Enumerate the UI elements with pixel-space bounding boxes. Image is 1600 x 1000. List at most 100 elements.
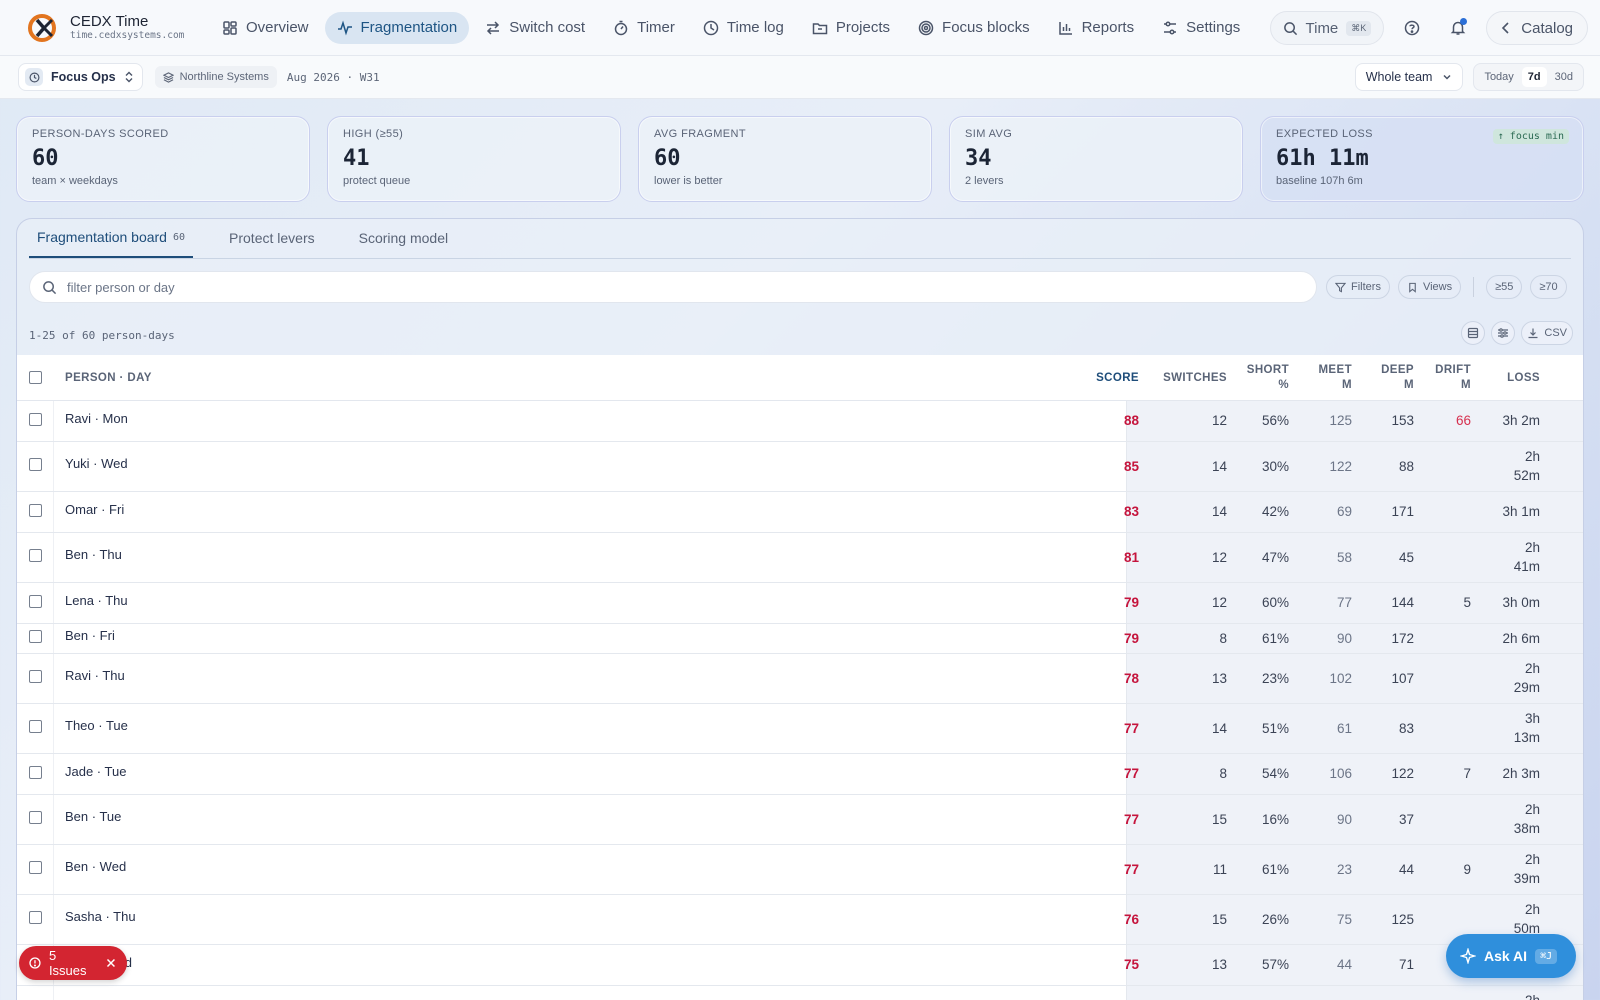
catalog-button[interactable]: Catalog <box>1486 11 1588 45</box>
columns-button[interactable] <box>1491 321 1516 345</box>
range-30d[interactable]: 30d <box>1549 67 1579 87</box>
nav-switch-cost[interactable]: Switch cost <box>473 12 597 44</box>
person-day[interactable]: Omar · Fri <box>65 502 124 517</box>
row-checkbox[interactable] <box>29 765 42 779</box>
scope-select[interactable]: Whole team <box>1354 63 1464 91</box>
ask-ai-button[interactable]: Ask AI ⌘J <box>1446 934 1576 978</box>
close-icon[interactable] <box>105 957 117 969</box>
col-meet[interactable]: MEET M <box>1307 355 1352 401</box>
table-row[interactable]: Ben · Fri 79 8 61% 90 172 2h 6m <box>17 624 1583 654</box>
global-search-button[interactable]: Time ⌘K <box>1269 11 1385 45</box>
tab-protect-levers[interactable]: Protect levers <box>221 219 323 258</box>
workspace-switcher[interactable]: Focus Ops <box>18 63 143 91</box>
person-day[interactable]: Ravi · Mon <box>65 411 128 426</box>
density-button[interactable] <box>1461 321 1486 345</box>
range-today[interactable]: Today <box>1478 67 1519 87</box>
filter-input[interactable] <box>67 279 1316 295</box>
person-day[interactable]: Ravi · Thu <box>65 668 125 683</box>
nav-focus-blocks[interactable]: Focus blocks <box>906 12 1042 44</box>
brand[interactable]: CEDX Time time.cedxsystems.com <box>0 13 210 42</box>
row-checkbox[interactable] <box>29 594 42 608</box>
row-checkbox[interactable] <box>29 911 42 924</box>
kpi-person-days[interactable]: PERSON-DAYS SCORED 60 team × weekdays <box>16 116 310 202</box>
col-switches[interactable]: SWITCHES <box>1157 355 1227 401</box>
table-row[interactable]: Ben · Wed 77 11 61% 23 44 9 2h 39m <box>17 845 1583 895</box>
table-row[interactable]: Lena · Thu 79 12 60% 77 144 5 3h 0m <box>17 583 1583 624</box>
kpi-sim-avg[interactable]: SIM AVG 34 2 levers <box>949 116 1243 202</box>
person-day[interactable]: Ben · Fri <box>65 628 115 643</box>
person-day[interactable]: Theo · Tue <box>65 718 128 733</box>
nav-overview[interactable]: Overview <box>210 12 321 44</box>
help-button[interactable] <box>1394 10 1430 46</box>
col-person[interactable]: PERSON · DAY <box>65 355 152 401</box>
col-loss[interactable]: LOSS <box>1495 355 1540 401</box>
table-row[interactable]: Sasha · Thu 76 15 26% 75 125 2h 50m <box>17 895 1583 945</box>
cell-short: 26% <box>1261 911 1289 927</box>
person-cell <box>53 442 1127 491</box>
table-row[interactable]: Yuki · Wed 85 14 30% 122 88 2h 52m <box>17 442 1583 492</box>
table-row[interactable]: Theo · Thu741429%95592h 47m <box>17 986 1583 1000</box>
table-row[interactable]: Lena · Wed751357%4471 <box>17 945 1583 986</box>
kpi-high[interactable]: HIGH (≥55) 41 protect queue <box>327 116 621 202</box>
col-score[interactable]: SCORE <box>1096 355 1139 401</box>
filters-button[interactable]: Filters <box>1326 275 1390 299</box>
col-short[interactable]: SHORT% <box>1243 355 1289 401</box>
chevron-updown-icon <box>124 71 134 83</box>
brand-name: CEDX Time <box>70 13 149 31</box>
col-drift[interactable]: DRIFT M <box>1429 355 1471 401</box>
csv-export-button[interactable]: CSV <box>1521 321 1573 345</box>
notifications-button[interactable] <box>1440 10 1476 46</box>
alert-circle-icon <box>29 957 41 969</box>
person-day[interactable]: Yuki · Wed <box>65 456 128 471</box>
table-row[interactable]: Ben · Tue 77 15 16% 90 37 2h 38m <box>17 795 1583 845</box>
nav-fragmentation[interactable]: Fragmentation <box>324 11 470 44</box>
nav-reports[interactable]: Reports <box>1046 12 1147 44</box>
nav-settings[interactable]: Settings <box>1150 12 1252 44</box>
nav-timer[interactable]: Timer <box>601 12 687 44</box>
person-day[interactable]: Lena · Thu <box>65 593 128 608</box>
row-checkbox[interactable] <box>29 549 42 562</box>
row-checkbox[interactable] <box>29 412 42 426</box>
kpi-expected-loss[interactable]: EXPECTED LOSS ↑ focus min 61h 11m baseli… <box>1260 116 1584 202</box>
cell-score: 85 <box>1123 458 1139 474</box>
kpi-value: 60 <box>654 146 681 171</box>
nav-time-log[interactable]: Time log <box>691 12 796 44</box>
range-7d[interactable]: 7d <box>1521 67 1547 87</box>
table-row[interactable]: Theo · Tue 77 14 51% 61 83 3h 13m <box>17 704 1583 754</box>
table-row[interactable]: Omar · Fri 83 14 42% 69 171 3h 1m <box>17 492 1583 533</box>
row-checkbox[interactable] <box>29 811 42 824</box>
row-checkbox[interactable] <box>29 630 42 643</box>
person-day[interactable]: Sasha · Thu <box>65 909 136 924</box>
row-checkbox[interactable] <box>29 458 42 471</box>
cell-deep: 172 <box>1391 630 1414 646</box>
nav-projects[interactable]: Projects <box>800 12 902 44</box>
select-all-checkbox[interactable] <box>29 371 42 384</box>
grid-icon <box>223 20 237 35</box>
cell-deep: 122 <box>1391 766 1414 781</box>
issues-badge[interactable]: 5 Issues <box>19 946 127 980</box>
tab-scoring-model[interactable]: Scoring model <box>351 219 457 258</box>
org-badge[interactable]: Northline Systems <box>154 66 277 88</box>
person-day[interactable]: Jade · Tue <box>65 764 126 779</box>
person-day[interactable]: Ben · Thu <box>65 547 122 562</box>
table-row[interactable]: Ravi · Thu 78 13 23% 102 107 2h 29m <box>17 654 1583 704</box>
person-cell <box>53 583 1127 623</box>
tab-fragmentation-board[interactable]: Fragmentation board 60 <box>29 219 194 258</box>
row-checkbox[interactable] <box>29 670 42 683</box>
table-row[interactable]: Jade · Tue 77 8 54% 106 122 7 2h 3m <box>17 754 1583 795</box>
views-button[interactable]: Views <box>1397 275 1462 299</box>
person-day[interactable]: Ben · Wed <box>65 859 126 874</box>
row-checkbox[interactable] <box>29 720 42 733</box>
quick-filter-70[interactable]: ≥70 <box>1530 275 1567 299</box>
table-row[interactable]: Ravi · Mon 88 12 56% 125 153 66 3h 2m <box>17 401 1583 442</box>
table-row[interactable]: Ben · Thu 81 12 47% 58 45 2h 41m <box>17 533 1583 583</box>
filter-buttons: Filters Views ≥55 ≥70 <box>1326 275 1567 299</box>
row-checkbox[interactable] <box>29 861 42 874</box>
kpi-avg-fragment[interactable]: AVG FRAGMENT 60 lower is better <box>638 116 932 202</box>
row-checkbox[interactable] <box>29 503 42 517</box>
cell-loss: 3h 13m <box>1513 711 1540 745</box>
col-deep[interactable]: DEEP M <box>1372 355 1414 401</box>
quick-filter-55[interactable]: ≥55 <box>1486 275 1523 299</box>
cell-switches: 15 <box>1211 811 1227 827</box>
person-day[interactable]: Ben · Tue <box>65 809 121 824</box>
